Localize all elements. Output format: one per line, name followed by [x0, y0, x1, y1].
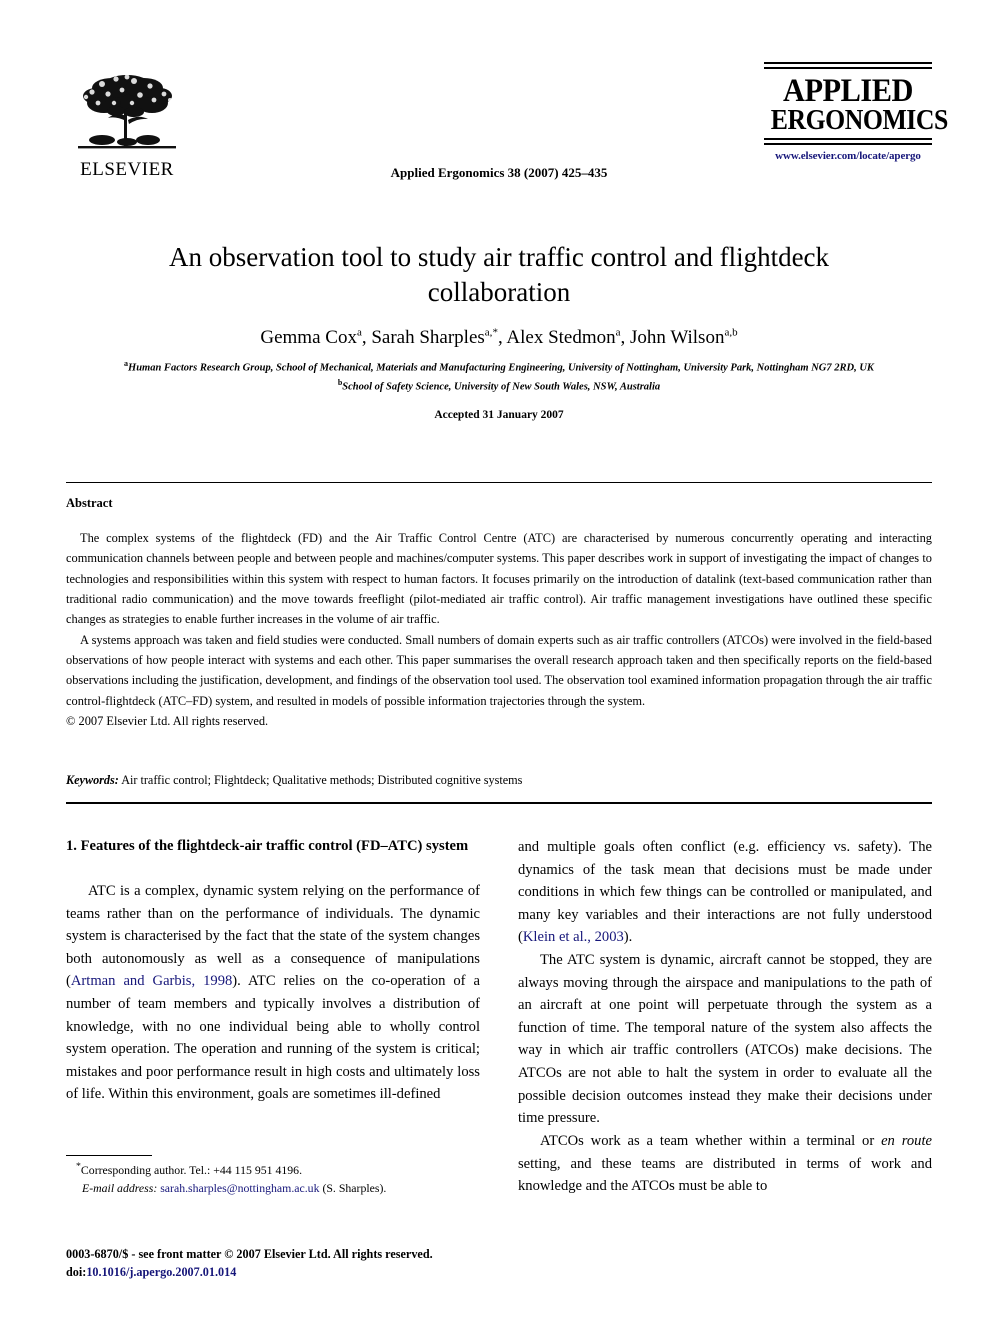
masthead-line-ergonomics: ERGONOMICS: [770, 105, 949, 136]
abstract-copyright: © 2007 Elsevier Ltd. All rights reserved…: [66, 714, 269, 729]
masthead-line-applied: APPLIED: [782, 73, 914, 109]
abstract-body: The complex systems of the flightdeck (F…: [66, 528, 932, 731]
abstract-heading: Abstract: [66, 496, 113, 510]
email-suffix: (S. Sharples).: [322, 1180, 387, 1195]
right-p3-italic: en route: [881, 1132, 932, 1149]
citation-klein-et-al-2003[interactable]: Klein et al., 2003: [523, 929, 624, 945]
section-heading-1: 1. Features of the flightdeck-air traffi…: [66, 838, 469, 854]
citation-artman-garbis-1998[interactable]: Artman and Garbis, 1998: [71, 973, 232, 989]
publisher-logo: ELSEVIER: [66, 70, 188, 179]
right-p3-part2: setting, and these teams are distributed…: [518, 1155, 932, 1195]
paper-page: ELSEVIER Applied Ergonomics 38 (2007) 42…: [0, 0, 992, 1323]
corresponding-author-note: *Corresponding author. Tel.: +44 115 951…: [66, 1160, 480, 1180]
masthead-top-rule: [764, 62, 932, 69]
doi-link[interactable]: 10.1016/j.apergo.2007.01.014: [86, 1265, 236, 1279]
imprint-block: 0003-6870/$ - see front matter © 2007 El…: [66, 1246, 496, 1281]
email-label: E-mail address:: [82, 1180, 158, 1195]
left-paragraph-1: ATC is a complex, dynamic system relying…: [66, 880, 480, 1106]
affiliation-a-text: Human Factors Research Group, School of …: [128, 362, 874, 374]
author-list: Gemma Coxa, Sarah Sharplesa,*, Alex Sted…: [66, 327, 932, 349]
email-note: E-mail address: sarah.sharples@nottingha…: [66, 1180, 480, 1198]
affiliation-b-text: School of Safety Science, University of …: [342, 381, 661, 393]
doi-line: doi:10.1016/j.apergo.2007.01.014: [66, 1264, 496, 1282]
accepted-date: Accepted 31 January 2007: [434, 408, 564, 421]
abstract-bottom-rule: [66, 802, 932, 804]
footnote-block: *Corresponding author. Tel.: +44 115 951…: [66, 1160, 480, 1197]
right-paragraph-3: ATCOs work as a team whether within a te…: [518, 1130, 932, 1198]
right-paragraph-2: The ATC system is dynamic, aircraft cann…: [518, 952, 932, 1127]
journal-citation: Applied Ergonomics 38 (2007) 425–435: [390, 165, 608, 180]
corresponding-author-text: Corresponding author. Tel.: +44 115 951 …: [80, 1162, 303, 1177]
doi-label: doi:: [66, 1264, 87, 1279]
masthead-bottom-rule: [764, 138, 932, 146]
keywords-label: Keywords:: [66, 773, 119, 787]
title-block: An observation tool to study air traffic…: [66, 240, 932, 421]
right-p3-part1: ATCOs work as a team whether within a te…: [540, 1132, 882, 1149]
abstract-paragraph-1: The complex systems of the flightdeck (F…: [66, 531, 932, 627]
authors-text: Gemma Coxa, Sarah Sharplesa,*, Alex Sted…: [260, 327, 738, 349]
right-p1-part2: ).: [623, 929, 633, 946]
page-title: An observation tool to study air traffic…: [168, 242, 830, 307]
journal-url-link[interactable]: www.elsevier.com/locate/apergo: [764, 150, 932, 162]
issn-line: 0003-6870/$ - see front matter © 2007 El…: [66, 1247, 433, 1261]
keywords-value: Air traffic control; Flightdeck; Qualita…: [121, 773, 523, 787]
body-column-right: and multiple goals often conflict (e.g. …: [518, 836, 932, 1198]
abstract-paragraph-2: A systems approach was taken and field s…: [66, 632, 932, 708]
body-column-left: 1. Features of the flightdeck-air traffi…: [66, 836, 480, 1106]
elsevier-tree-logo-icon: [72, 70, 182, 158]
abstract-top-rule: [66, 482, 932, 483]
affiliation-a: aHuman Factors Research Group, School of…: [66, 358, 932, 376]
journal-masthead: APPLIED ERGONOMICS www.elsevier.com/loca…: [764, 62, 949, 162]
keywords: Keywords: Air traffic control; Flightdec…: [66, 773, 932, 788]
left-p1-part2: ). ATC relies on the co-operation of a n…: [66, 973, 481, 1103]
page-header: ELSEVIER Applied Ergonomics 38 (2007) 42…: [66, 62, 949, 202]
email-address-link[interactable]: sarah.sharples@nottingham.ac.uk: [160, 1181, 319, 1195]
right-paragraph-1: and multiple goals often conflict (e.g. …: [518, 836, 932, 949]
affiliation-b: bSchool of Safety Science, University of…: [66, 377, 932, 395]
footnote-separator-rule: [66, 1155, 152, 1156]
